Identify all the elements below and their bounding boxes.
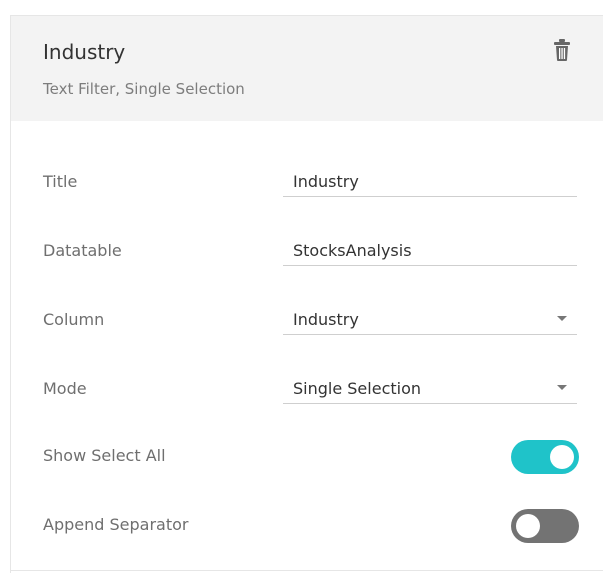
mode-dropdown-value: Single Selection xyxy=(293,379,422,398)
column-row: Column Industry xyxy=(11,297,603,347)
mode-dropdown[interactable]: Single Selection xyxy=(283,366,577,404)
mode-row: Mode Single Selection xyxy=(11,366,603,416)
filter-title: Industry xyxy=(43,40,126,64)
toggle-knob xyxy=(516,514,540,538)
column-dropdown[interactable]: Industry xyxy=(283,297,577,335)
show-select-all-row: Show Select All xyxy=(11,433,603,483)
show-select-all-label: Show Select All xyxy=(43,446,166,465)
column-dropdown-value: Industry xyxy=(293,310,359,329)
datatable-label: Datatable xyxy=(43,241,122,260)
filter-header: Industry Text Filter, Single Selection xyxy=(11,15,603,121)
title-input-value: Industry xyxy=(293,172,359,191)
trash-icon[interactable] xyxy=(553,38,571,62)
title-input[interactable]: Industry xyxy=(283,159,577,197)
append-separator-row: Append Separator xyxy=(11,502,603,552)
toggle-knob xyxy=(550,445,574,469)
datatable-field: StocksAnalysis xyxy=(283,228,577,266)
chevron-down-icon xyxy=(557,316,567,321)
datatable-row: Datatable StocksAnalysis xyxy=(11,228,603,278)
chevron-down-icon xyxy=(557,385,567,390)
title-label: Title xyxy=(43,172,78,191)
append-separator-toggle[interactable] xyxy=(511,509,579,543)
show-select-all-toggle[interactable] xyxy=(511,440,579,474)
datatable-value: StocksAnalysis xyxy=(293,241,412,260)
column-label: Column xyxy=(43,310,105,329)
append-separator-label: Append Separator xyxy=(43,515,189,534)
panel-divider xyxy=(11,570,603,571)
title-row: Title Industry xyxy=(11,159,603,209)
mode-label: Mode xyxy=(43,379,87,398)
filter-subtitle: Text Filter, Single Selection xyxy=(43,80,245,98)
filter-settings-panel: Industry Text Filter, Single Selection T… xyxy=(10,15,603,573)
